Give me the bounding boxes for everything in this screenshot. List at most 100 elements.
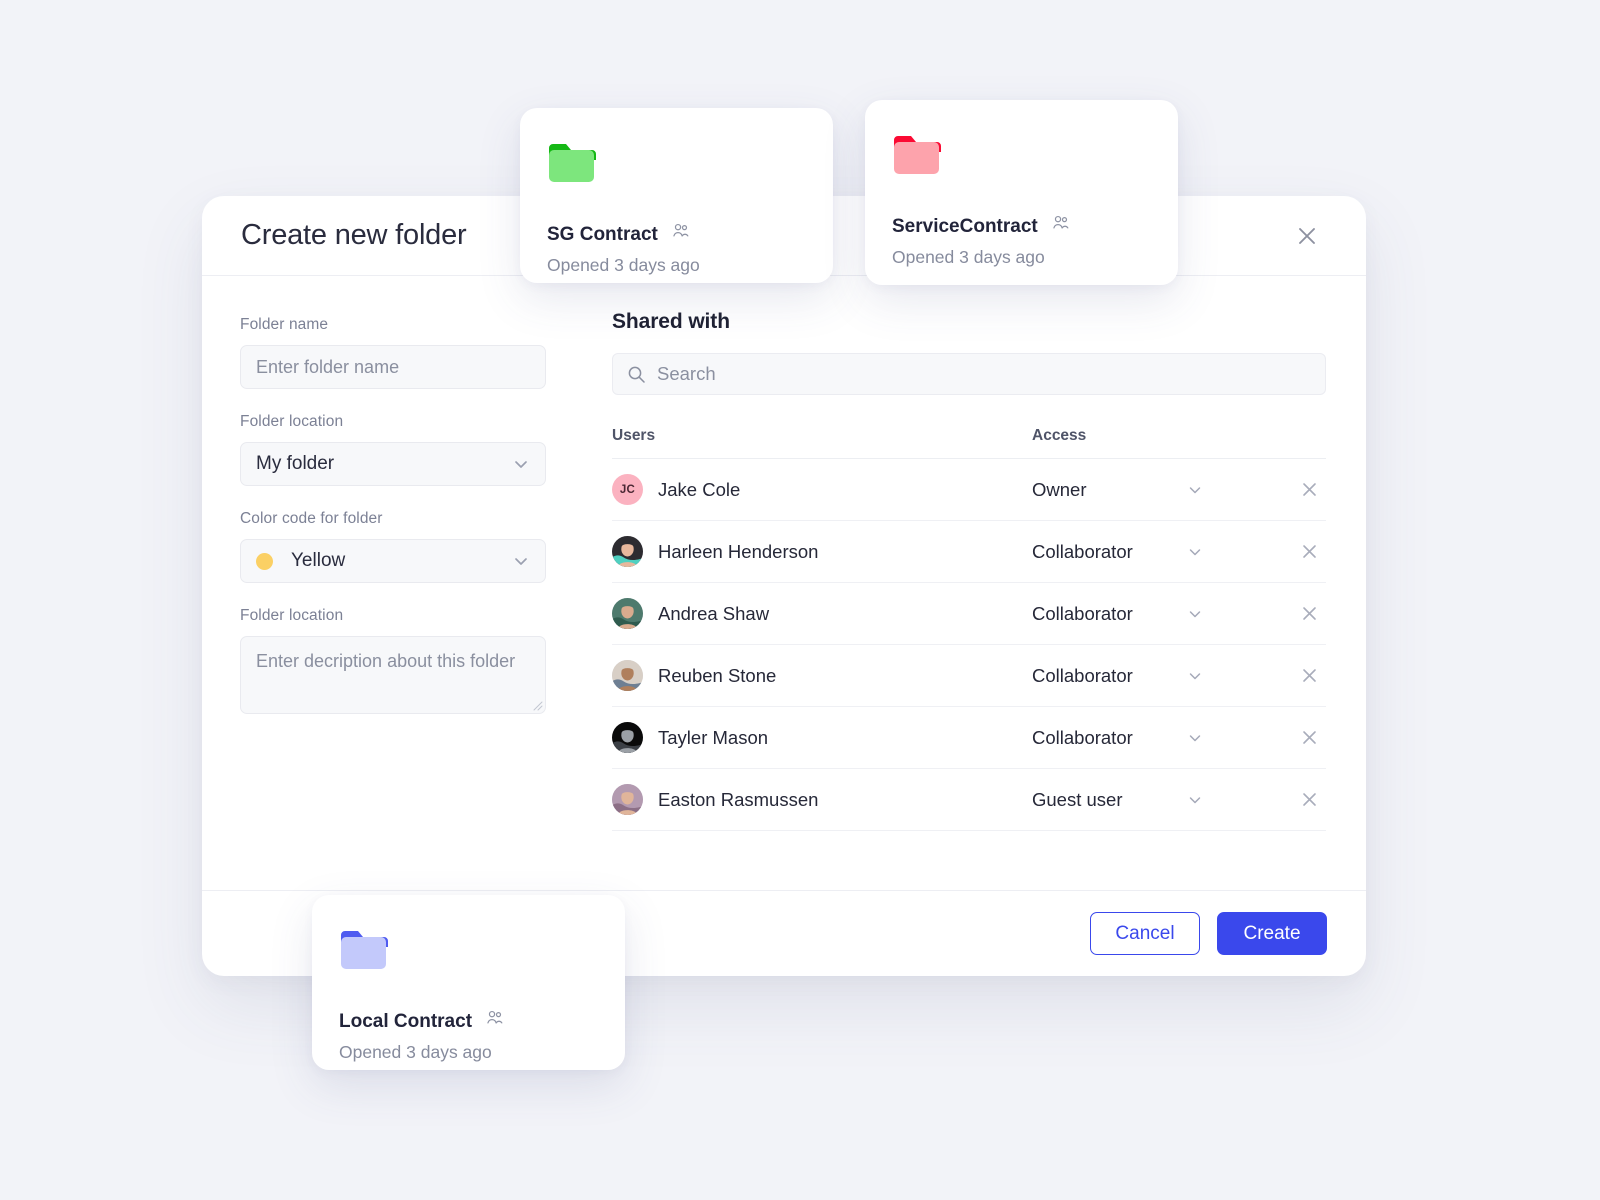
table-row: Harleen Henderson Collaborator <box>612 521 1326 583</box>
folder-icon <box>892 134 1178 181</box>
users-icon <box>1051 214 1070 239</box>
access-cell: Collaborator <box>1032 535 1326 569</box>
access-level-value: Collaborator <box>1032 726 1133 748</box>
color-swatch <box>256 552 273 570</box>
user-name: Tayler Mason <box>658 726 769 748</box>
remove-user-button[interactable] <box>1292 783 1326 817</box>
access-cell: Owner <box>1032 473 1326 507</box>
user-name: Andrea Shaw <box>658 602 770 624</box>
folder-name-label: Folder name <box>240 316 329 333</box>
field-description: Folder location Enter decription about t… <box>240 607 574 714</box>
remove-user-button[interactable] <box>1292 535 1326 569</box>
table-row: JC Jake Cole Owner <box>612 459 1326 521</box>
shared-with-title: Shared with <box>612 310 730 333</box>
field-folder-name: Folder name Enter folder name <box>240 316 574 389</box>
description-textarea[interactable]: Enter decription about this folder <box>240 636 546 714</box>
access-level-dropdown[interactable] <box>1180 667 1210 685</box>
description-placeholder: Enter decription about this folder <box>256 651 516 671</box>
user-cell: Tayler Mason <box>612 722 1032 753</box>
column-header-users: Users <box>612 427 656 444</box>
folder-icon <box>339 929 625 976</box>
folder-card-service-contract[interactable]: ServiceContract Opened 3 days ago <box>865 100 1178 285</box>
users-icon <box>671 222 690 247</box>
folder-card-sg-contract[interactable]: SG Contract Opened 3 days ago <box>520 108 833 283</box>
avatar <box>612 784 643 815</box>
access-cell: Guest user <box>1032 783 1326 817</box>
user-name: Reuben Stone <box>658 664 777 686</box>
remove-user-button[interactable] <box>1292 721 1326 755</box>
access-level-dropdown[interactable] <box>1180 605 1210 623</box>
access-level-dropdown[interactable] <box>1180 729 1210 747</box>
modal-body: Folder name Enter folder name Folder loc… <box>202 276 1366 890</box>
folder-card-title: SG Contract <box>547 222 833 247</box>
field-color-code: Color code for folder Yellow <box>240 510 574 583</box>
cancel-button[interactable]: Cancel <box>1090 912 1200 955</box>
user-cell: Easton Rasmussen <box>612 784 1032 815</box>
folder-name-text: ServiceContract <box>892 215 1038 237</box>
user-cell: Reuben Stone <box>612 660 1032 691</box>
user-name: Harleen Henderson <box>658 540 819 562</box>
search-placeholder: Search <box>657 363 716 384</box>
field-folder-location: Folder location My folder <box>240 413 574 486</box>
access-level-value: Collaborator <box>1032 540 1133 562</box>
access-level-dropdown[interactable] <box>1180 791 1210 809</box>
folder-name-text: Local Contract <box>339 1010 473 1032</box>
folder-name-input[interactable]: Enter folder name <box>240 345 546 389</box>
table-row: Andrea Shaw Collaborator <box>612 583 1326 645</box>
users-icon <box>485 1009 504 1034</box>
folder-card-subtitle: Opened 3 days ago <box>339 1042 492 1062</box>
table-header: Users Access <box>612 427 1326 459</box>
folder-location-label: Folder location <box>240 413 344 430</box>
access-level-dropdown[interactable] <box>1180 543 1210 561</box>
folder-name-text: SG Contract <box>547 223 658 245</box>
access-level-dropdown[interactable] <box>1180 481 1210 499</box>
color-code-value: Yellow <box>291 550 346 571</box>
access-level-value: Guest user <box>1032 788 1123 810</box>
shared-users-table: Users Access JC Jake Cole Owner Harleen Hen… <box>612 427 1326 831</box>
access-cell: Collaborator <box>1032 721 1326 755</box>
search-input[interactable]: Search <box>612 353 1326 395</box>
remove-user-button[interactable] <box>1292 659 1326 693</box>
avatar <box>612 660 643 691</box>
avatar: JC <box>612 474 643 505</box>
create-folder-modal: Create new folder Folder name Enter fold… <box>202 196 1366 976</box>
access-level-value: Collaborator <box>1032 664 1133 686</box>
user-cell: Andrea Shaw <box>612 598 1032 629</box>
folder-card-local-contract[interactable]: Local Contract Opened 3 days ago <box>312 895 625 1070</box>
table-row: Easton Rasmussen Guest user <box>612 769 1326 831</box>
column-header-access: Access <box>1032 427 1087 444</box>
search-icon <box>627 365 646 384</box>
shared-with-panel: Shared with Search Users Access JC Jake C… <box>574 276 1366 890</box>
folder-icon <box>547 142 833 189</box>
remove-user-button[interactable] <box>1292 597 1326 631</box>
user-name: Jake Cole <box>658 478 741 500</box>
resize-handle-icon[interactable] <box>531 699 543 711</box>
create-button[interactable]: Create <box>1217 912 1327 955</box>
folder-card-title: ServiceContract <box>892 214 1178 239</box>
description-label: Folder location <box>240 607 344 624</box>
access-cell: Collaborator <box>1032 597 1326 631</box>
user-cell: JC Jake Cole <box>612 474 1032 505</box>
folder-card-title: Local Contract <box>339 1009 625 1034</box>
chevron-down-icon <box>511 551 531 571</box>
avatar-initials: JC <box>612 474 643 505</box>
avatar <box>612 536 643 567</box>
folder-card-subtitle: Opened 3 days ago <box>547 255 700 275</box>
access-cell: Collaborator <box>1032 659 1326 693</box>
close-icon <box>1299 227 1315 244</box>
folder-form: Folder name Enter folder name Folder loc… <box>202 276 574 890</box>
close-modal-button[interactable] <box>1288 217 1326 255</box>
table-row: Tayler Mason Collaborator <box>612 707 1326 769</box>
page-title: Create new folder <box>241 219 467 251</box>
folder-location-select[interactable]: My folder <box>240 442 546 486</box>
color-code-label: Color code for folder <box>240 510 383 527</box>
color-code-select[interactable]: Yellow <box>240 539 546 583</box>
folder-card-subtitle: Opened 3 days ago <box>892 247 1045 267</box>
access-level-value: Collaborator <box>1032 602 1133 624</box>
table-body: JC Jake Cole Owner Harleen Henderson Collabo… <box>612 459 1326 831</box>
folder-location-value: My folder <box>256 453 335 474</box>
avatar <box>612 598 643 629</box>
avatar <box>612 722 643 753</box>
chevron-down-icon <box>511 454 531 474</box>
remove-user-button[interactable] <box>1292 473 1326 507</box>
